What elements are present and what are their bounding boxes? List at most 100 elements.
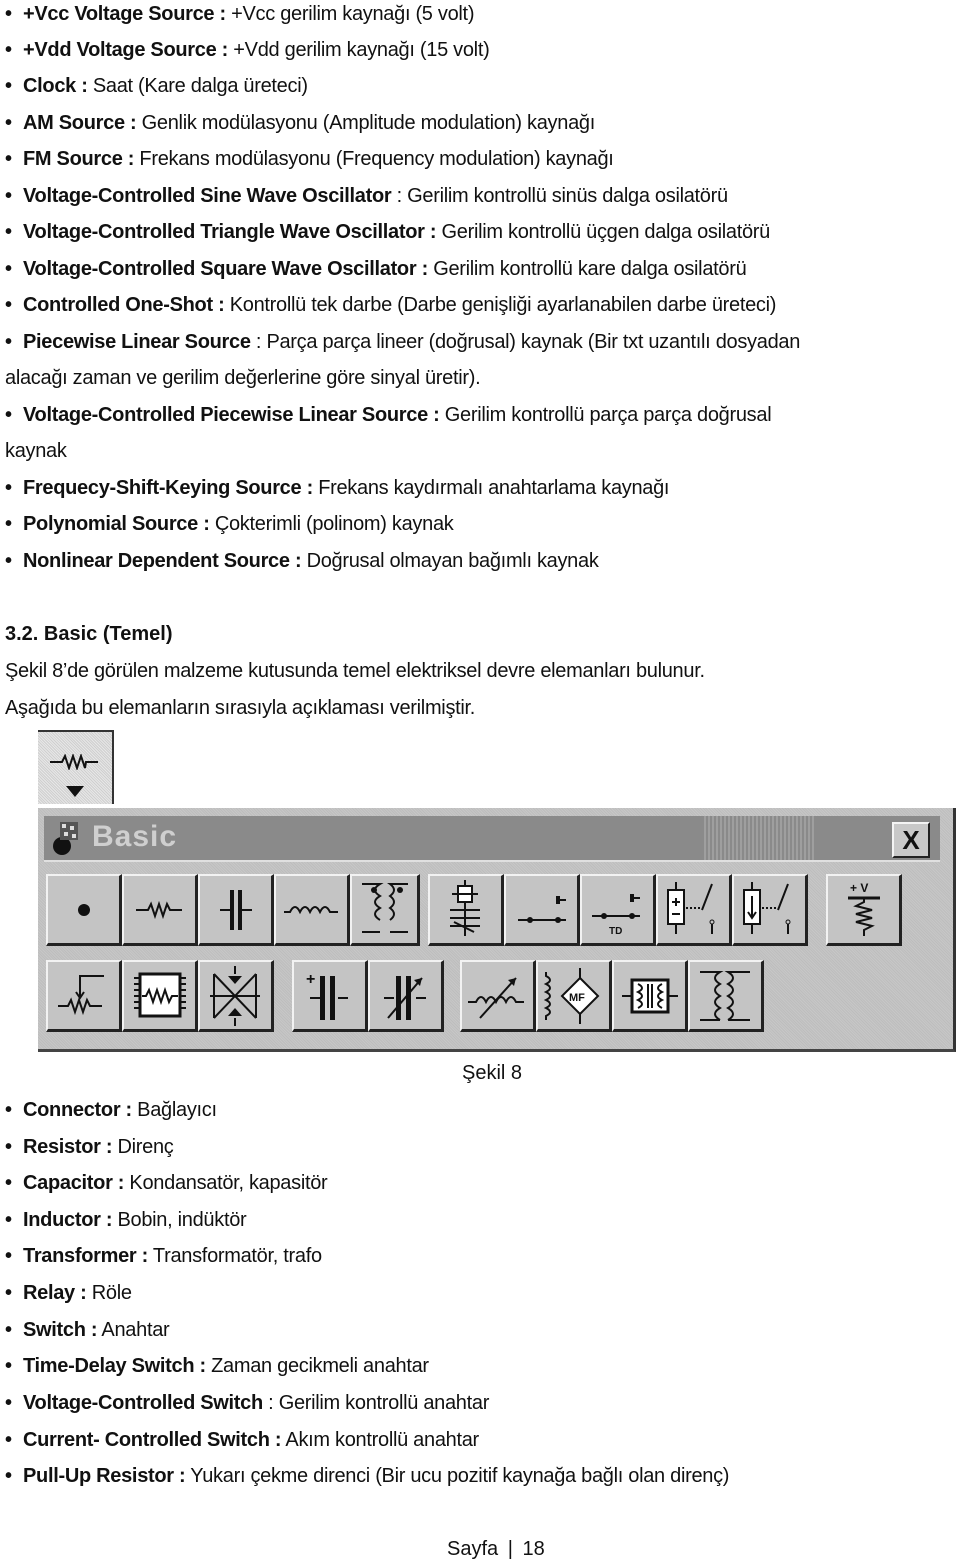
term: Voltage-Controlled Piecewise Linear Sour… [23, 404, 440, 426]
list-item: • Voltage-Controlled Piecewise Linear Sou… [5, 404, 772, 426]
list-item: • Clock : Saat (Kare dalga üreteci) [5, 75, 308, 97]
list-item: • Time-Delay Switch : Zaman gecikmeli ana… [5, 1355, 429, 1377]
nonlinear-transformer-icon [622, 978, 678, 1014]
description: Transformatör, trafo [148, 1245, 322, 1267]
term: Relay : [23, 1282, 87, 1304]
connector-icon [78, 904, 90, 916]
svg-text:TD: TD [609, 926, 622, 937]
bridge-rectifier-button[interactable] [198, 960, 274, 1032]
electrolytic-capacitor-button[interactable]: + [292, 960, 368, 1032]
description: Anahtar [97, 1319, 170, 1341]
term: Clock : [23, 75, 88, 97]
page-number: 18 [522, 1538, 545, 1560]
inductor-button[interactable] [274, 874, 350, 946]
term: Controlled One-Shot : [23, 294, 225, 316]
term: Nonlinear Dependent Source : [23, 550, 302, 572]
resistor-icon [50, 754, 98, 770]
current-controlled-switch-button[interactable] [732, 874, 808, 946]
description: Gerilim kontrollü üçgen dalga osilatörü [436, 221, 771, 243]
svg-text:+: + [306, 971, 315, 988]
variable-capacitor-icon [384, 976, 426, 1020]
description: Akım kontrollü anahtar [281, 1429, 479, 1451]
description: Frekans modülasyonu (Frequency modulatio… [134, 148, 614, 170]
list-item: • Controlled One-Shot : Kontrollü tek dar… [5, 294, 777, 316]
magnetic-core-coil-button[interactable]: MF [536, 960, 612, 1032]
transformer-button[interactable] [350, 874, 420, 946]
resistor-icon [136, 900, 182, 920]
term: Voltage-Controlled Switch [23, 1392, 263, 1414]
description: Bağlayıcı [131, 1099, 217, 1121]
list-item: • Voltage-Controlled Switch : Gerilim kon… [5, 1392, 490, 1414]
list-item: • Voltage-Controlled Square Wave Oscillat… [5, 258, 747, 280]
list-item: • Transformer : Transformatör, trafo [5, 1245, 322, 1267]
description: : Parça parça lineer (doğrusal) kaynak (… [250, 331, 801, 353]
variable-capacitor-button[interactable] [368, 960, 444, 1032]
voltage-controlled-switch-button[interactable] [656, 874, 732, 946]
dropdown-arrow-icon [66, 786, 84, 797]
capacitor-button[interactable] [198, 874, 274, 946]
term: Resistor : [23, 1136, 113, 1158]
figure-caption: Şekil 8 [462, 1062, 523, 1084]
description: Yukarı çekme direnci (Bir ucu pozitif ka… [185, 1465, 730, 1487]
list-item: • Piecewise Linear Source : Parça parça l… [5, 331, 801, 353]
switch-icon [518, 896, 566, 923]
close-button[interactable]: X [892, 822, 930, 858]
description: Kondansatör, kapasitör [124, 1172, 328, 1194]
pull-up-resistor-button[interactable]: + V [826, 874, 902, 946]
resistor-button[interactable] [122, 874, 198, 946]
basic-palette-window: Basic X TD + V + MF [38, 808, 956, 1052]
term: Frequecy-Shift-Keying Source : [23, 477, 313, 499]
capacitor-icon [220, 890, 252, 930]
potentiometer-button[interactable] [46, 960, 122, 1032]
current-controlled-switch-icon [743, 882, 791, 934]
list-item: • Pull-Up Resistor : Yukarı çekme direnci… [5, 1465, 730, 1487]
list-item: • Polynomial Source : Çokterimli (polinom… [5, 513, 454, 535]
list-item: • Capacitor : Kondansatör, kapasitör [5, 1172, 328, 1194]
term: +Vdd Voltage Source : [23, 39, 229, 61]
title-bar[interactable]: Basic X [44, 816, 940, 862]
ideal-transformer-button[interactable] [688, 960, 764, 1032]
term: Voltage-Controlled Square Wave Oscillato… [23, 258, 428, 280]
term: Piecewise Linear Source [23, 331, 251, 353]
description: : Gerilim kontrollü anahtar [262, 1392, 490, 1414]
relay-button[interactable] [428, 874, 504, 946]
term: FM Source : [23, 148, 135, 170]
resistor-pack-button[interactable] [122, 960, 198, 1032]
description: +Vcc gerilim kaynağı (5 volt) [225, 3, 475, 25]
description: Genlik modülasyonu (Amplitude modulation… [136, 112, 596, 134]
window-title: Basic [92, 820, 178, 853]
variable-inductor-button[interactable] [460, 960, 536, 1032]
connector-button[interactable] [46, 874, 122, 946]
description: Gerilim kontrollü kare dalga osilatörü [427, 258, 747, 280]
potentiometer-icon [58, 975, 104, 1016]
time-delay-switch-button[interactable]: TD [580, 874, 656, 946]
description: : Gerilim kontrollü sinüs dalga osilatör… [391, 185, 729, 207]
svg-text:+ V: + V [850, 881, 868, 895]
list-item: • Frequecy-Shift-Keying Source : Frekans … [5, 477, 670, 499]
list-item: • Current- Controlled Switch : Akım kontr… [5, 1429, 479, 1451]
footer-label: Sayfa [447, 1538, 499, 1560]
inductor-icon [284, 906, 338, 915]
basic-toolbar-button[interactable] [38, 730, 114, 804]
transformer-icon [362, 883, 408, 933]
ideal-transformer-icon [700, 971, 750, 1021]
switch-button[interactable] [504, 874, 580, 946]
description: Gerilim kontrollü parça parça doğrusal [439, 404, 772, 426]
term: Inductor : [23, 1209, 113, 1231]
term: Voltage-Controlled Triangle Wave Oscilla… [23, 221, 437, 243]
svg-text:MF: MF [569, 992, 585, 1004]
description: Direnç [112, 1136, 174, 1158]
electrolytic-capacitor-icon: + [306, 971, 348, 1020]
list-item: • Connector : Bağlayıcı [5, 1099, 217, 1121]
list-item: • +Vdd Voltage Source : +Vdd gerilim kayn… [5, 39, 490, 61]
list-item: • FM Source : Frekans modülasyonu (Freque… [5, 148, 614, 170]
list-item-continuation: kaynak [5, 440, 67, 462]
description: Doğrusal olmayan bağımlı kaynak [301, 550, 599, 572]
term: Polynomial Source : [23, 513, 210, 535]
description: Bobin, indüktör [112, 1209, 247, 1231]
relay-icon [450, 880, 480, 936]
term: Switch : [23, 1319, 98, 1341]
paragraph: Aşağıda bu elemanların sırasıyla açıklam… [5, 697, 476, 719]
paragraph: Şekil 8’de görülen malzeme kutusunda tem… [5, 660, 705, 682]
nonlinear-transformer-button[interactable] [612, 960, 688, 1032]
